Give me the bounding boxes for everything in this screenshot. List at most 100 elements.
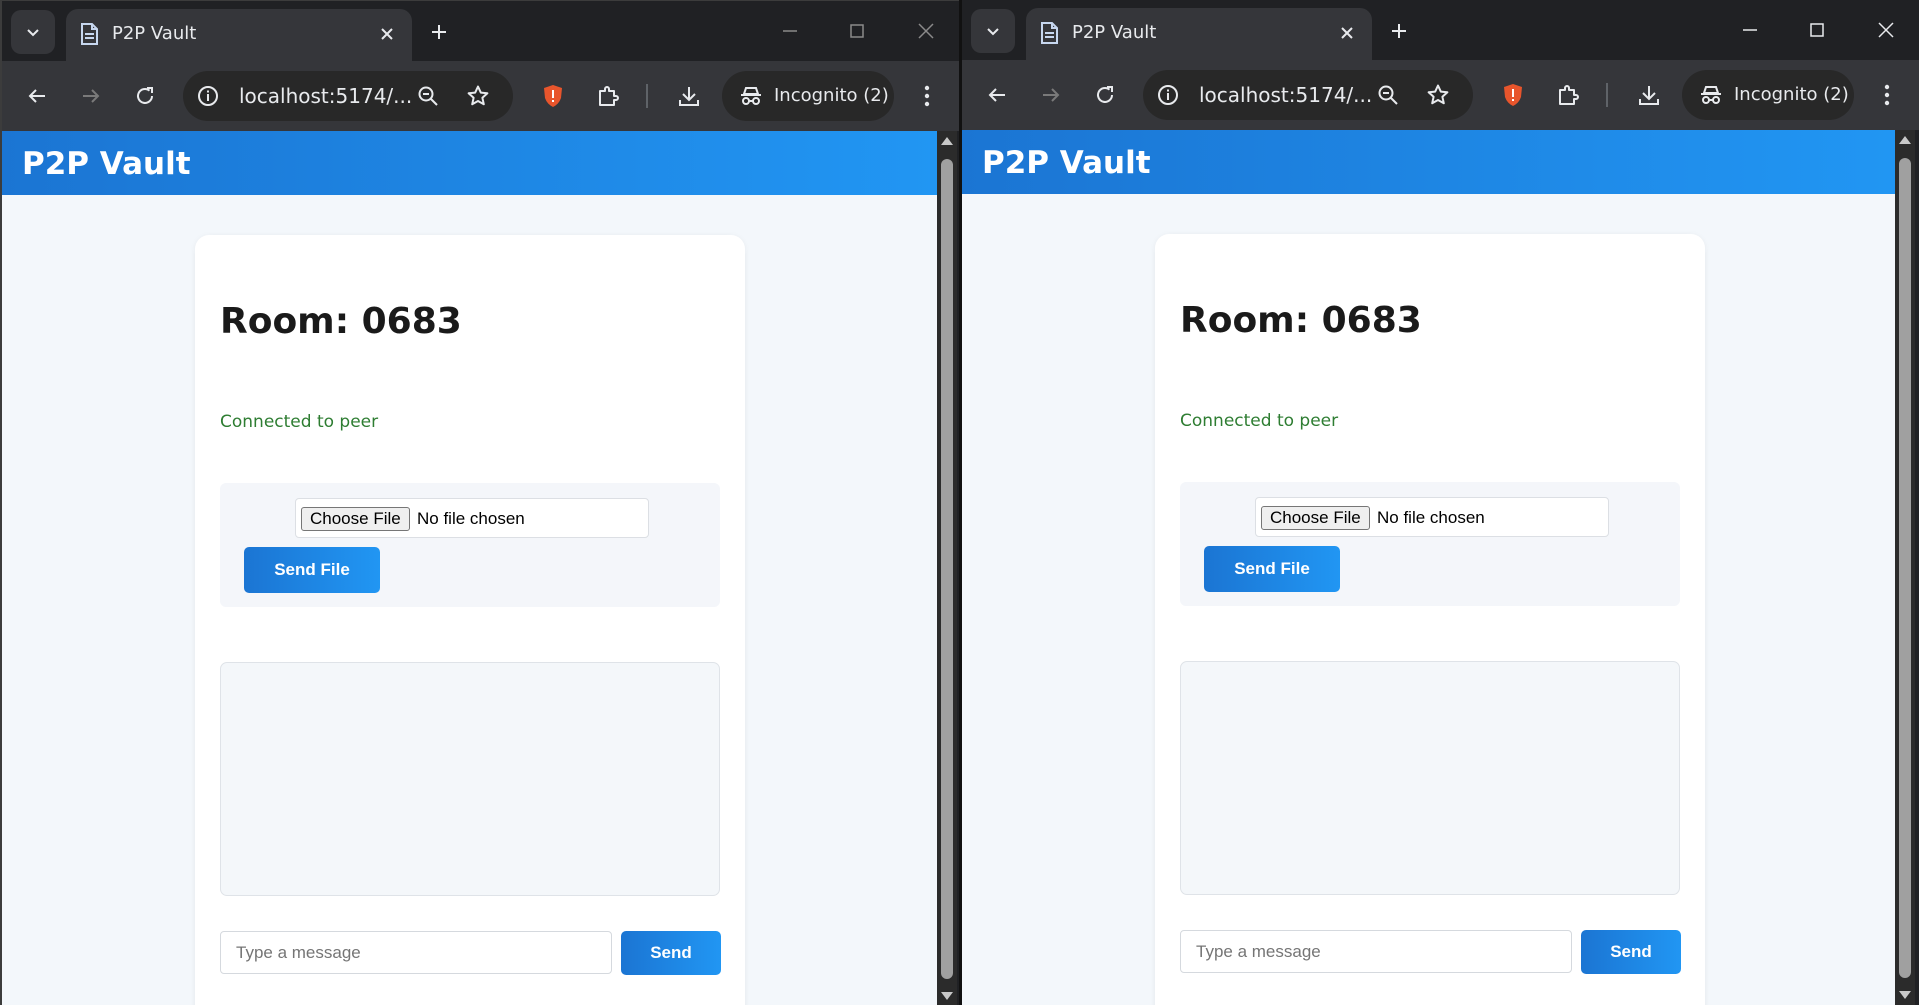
file-status-text: No file chosen <box>1377 508 1485 527</box>
back-button[interactable] <box>978 76 1016 114</box>
toolbar-separator <box>646 84 648 108</box>
maximize-button[interactable] <box>835 13 879 49</box>
downloads-button[interactable] <box>670 77 708 115</box>
chevron-down-icon <box>987 28 999 36</box>
message-input[interactable]: Type a message <box>1180 930 1572 973</box>
url-text[interactable]: localhost:5174/... <box>1199 82 1372 108</box>
more-vertical-icon <box>1884 84 1890 106</box>
downloads-button[interactable] <box>1630 76 1668 114</box>
browser-window-left: P2P Vault localhost:5174/... Incognito (… <box>0 0 959 1005</box>
window-close-button[interactable] <box>1864 12 1908 48</box>
reload-button[interactable] <box>126 77 164 115</box>
plus-icon <box>1392 24 1406 38</box>
choose-file-button[interactable]: Choose File <box>301 507 410 531</box>
bookmark-button[interactable] <box>465 83 491 109</box>
site-info-button[interactable] <box>195 83 221 109</box>
close-icon <box>1341 27 1353 39</box>
new-tab-button[interactable] <box>422 15 456 49</box>
window-close-button[interactable] <box>904 13 948 49</box>
back-button[interactable] <box>18 77 56 115</box>
connection-status: Connected to peer <box>220 412 379 432</box>
zoom-out-icon <box>1378 85 1398 105</box>
scroll-down-arrow[interactable] <box>941 992 953 1000</box>
message-input[interactable]: Type a message <box>220 931 612 974</box>
menu-button[interactable] <box>1868 76 1906 114</box>
reload-button[interactable] <box>1086 76 1124 114</box>
send-file-button[interactable]: Send File <box>244 547 380 593</box>
extensions-button[interactable] <box>1549 76 1587 114</box>
app-title: P2P Vault <box>22 146 191 182</box>
zoom-button[interactable] <box>1375 82 1401 108</box>
tab-title: P2P Vault <box>112 23 197 44</box>
brave-shields-button[interactable] <box>534 77 572 115</box>
room-card: Room: 0683 Connected to peer Choose File… <box>195 235 745 1005</box>
close-icon <box>918 23 934 39</box>
new-tab-button[interactable] <box>1382 14 1416 48</box>
page-scrollbar[interactable] <box>1895 130 1915 1005</box>
incognito-icon <box>738 84 764 108</box>
minimize-button[interactable] <box>1728 12 1772 48</box>
incognito-icon <box>1698 83 1724 107</box>
arrow-left-icon <box>28 89 45 103</box>
file-panel: Choose File No file chosen Send File <box>220 483 720 607</box>
maximize-icon <box>850 24 864 38</box>
browser-toolbar: localhost:5174/... Incognito (2) <box>962 60 1919 130</box>
send-button[interactable]: Send <box>621 931 721 975</box>
file-input[interactable]: Choose File No file chosen <box>295 498 649 538</box>
zoom-button[interactable] <box>415 83 441 109</box>
arrow-right-icon <box>1043 88 1060 102</box>
page-icon <box>81 23 98 45</box>
info-icon <box>198 86 218 106</box>
tab-p2p-vault[interactable]: P2P Vault <box>1026 8 1372 60</box>
file-input[interactable]: Choose File No file chosen <box>1255 497 1609 537</box>
app-title: P2P Vault <box>982 145 1151 181</box>
url-text[interactable]: localhost:5174/... <box>239 83 412 109</box>
tab-search-button[interactable] <box>11 10 55 54</box>
incognito-button[interactable]: Incognito (2) <box>1682 70 1854 120</box>
arrow-left-icon <box>988 88 1005 102</box>
scroll-up-arrow[interactable] <box>941 137 953 145</box>
scroll-thumb[interactable] <box>1899 158 1911 978</box>
chevron-down-icon <box>27 29 39 37</box>
page-scrollbar[interactable] <box>937 131 957 1005</box>
choose-file-button[interactable]: Choose File <box>1261 506 1370 530</box>
extensions-button[interactable] <box>589 77 627 115</box>
reload-icon <box>137 87 153 104</box>
address-bar[interactable]: localhost:5174/... <box>1143 70 1473 120</box>
bookmark-button[interactable] <box>1425 82 1451 108</box>
room-title: Room: 0683 <box>220 301 462 342</box>
page-viewport: P2P Vault Room: 0683 Connected to peer C… <box>962 130 1895 1005</box>
address-bar[interactable]: localhost:5174/... <box>183 71 513 121</box>
tab-search-button[interactable] <box>971 9 1015 53</box>
tab-close-button[interactable] <box>374 21 400 47</box>
file-status-text: No file chosen <box>417 509 525 528</box>
scroll-up-arrow[interactable] <box>1899 136 1911 144</box>
star-icon <box>467 85 489 106</box>
scroll-thumb[interactable] <box>941 159 953 979</box>
close-icon <box>1878 22 1894 38</box>
page-viewport: P2P Vault Room: 0683 Connected to peer C… <box>2 131 937 1005</box>
send-button[interactable]: Send <box>1581 930 1681 974</box>
incognito-button[interactable]: Incognito (2) <box>722 71 894 121</box>
arrow-right-icon <box>83 89 100 103</box>
brave-shields-button[interactable] <box>1494 76 1532 114</box>
minimize-button[interactable] <box>768 13 812 49</box>
tab-p2p-vault[interactable]: P2P Vault <box>66 9 412 61</box>
reload-icon <box>1097 86 1113 103</box>
chat-messages-area[interactable] <box>1180 661 1680 895</box>
more-vertical-icon <box>924 85 930 107</box>
menu-button[interactable] <box>908 77 946 115</box>
zoom-out-icon <box>418 86 438 106</box>
maximize-icon <box>1810 23 1824 37</box>
forward-button[interactable] <box>72 77 110 115</box>
site-info-button[interactable] <box>1155 82 1181 108</box>
chat-messages-area[interactable] <box>220 662 720 896</box>
scroll-down-arrow[interactable] <box>1899 991 1911 999</box>
forward-button[interactable] <box>1032 76 1070 114</box>
room-title: Room: 0683 <box>1180 300 1422 341</box>
maximize-button[interactable] <box>1795 12 1839 48</box>
puzzle-icon <box>1559 85 1579 105</box>
shield-icon <box>544 85 562 107</box>
tab-close-button[interactable] <box>1334 20 1360 46</box>
send-file-button[interactable]: Send File <box>1204 546 1340 592</box>
